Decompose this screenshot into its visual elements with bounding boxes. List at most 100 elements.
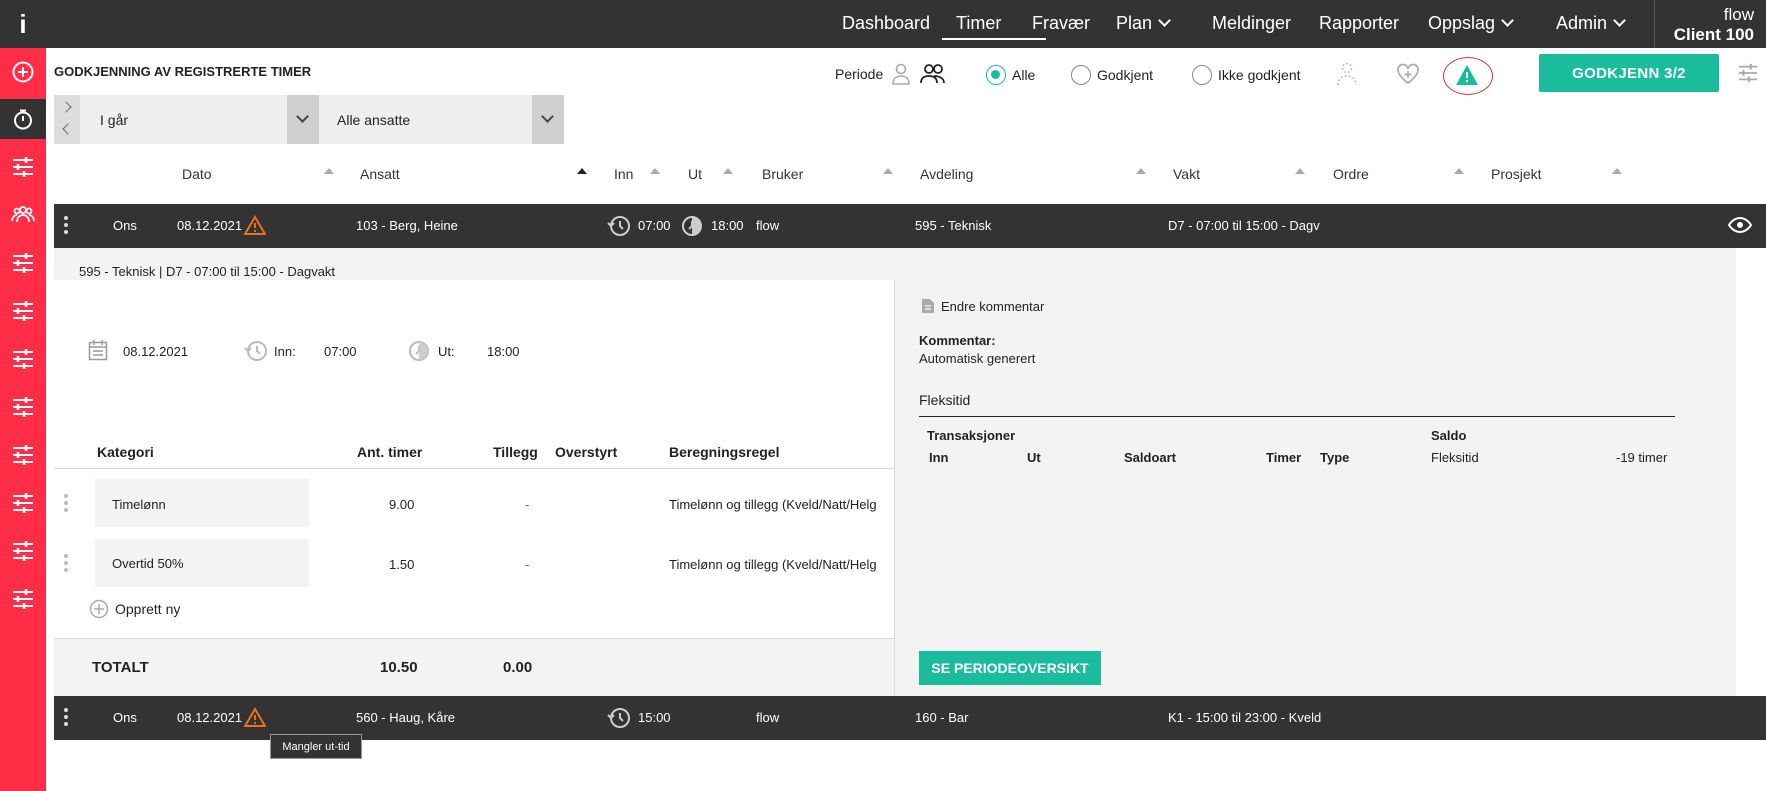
flex-th-timer: Timer — [1266, 450, 1302, 465]
line-kategori: Overtid 50% — [112, 556, 184, 571]
create-new-link[interactable]: Opprett ny — [115, 601, 180, 617]
chevron-down-icon — [1158, 14, 1171, 27]
nav-rapporter[interactable]: Rapporter — [1319, 13, 1399, 34]
nav-timer[interactable]: Timer — [956, 13, 1001, 34]
chevron-left-icon[interactable] — [62, 123, 74, 135]
line-drag-handle-icon[interactable] — [64, 554, 68, 574]
col-ansatt[interactable]: Ansatt — [360, 166, 400, 182]
flex-th-saldoart: Saldoart — [1124, 450, 1177, 465]
row-in-time: 07:00 — [638, 218, 671, 233]
heart-plus-icon[interactable] — [1396, 63, 1420, 90]
add-circle-icon[interactable] — [0, 52, 46, 92]
line-drag-handle-icon[interactable] — [64, 494, 68, 514]
period-navigator — [54, 95, 80, 144]
page-title: GODKJENNING AV REGISTRERTE TIMER — [54, 64, 312, 79]
warning-triangle-icon[interactable] — [1455, 64, 1479, 91]
add-circle-icon[interactable] — [89, 599, 109, 619]
app-logo-info-icon[interactable]: i — [0, 0, 46, 48]
col-prosjekt[interactable]: Prosjekt — [1491, 166, 1542, 182]
sort-icon[interactable] — [883, 168, 893, 174]
row-user: flow — [756, 710, 780, 725]
flex-title: Fleksitid — [919, 392, 971, 408]
th-tillegg: Tillegg — [493, 444, 538, 460]
settings-sliders-icon[interactable] — [1738, 63, 1758, 88]
row-menu-icon[interactable] — [64, 216, 68, 236]
sort-icon[interactable] — [723, 168, 733, 174]
sliders-icon[interactable] — [0, 579, 46, 619]
row-day: Ons — [113, 218, 137, 233]
chevron-down-icon — [1501, 14, 1514, 27]
approve-button[interactable]: GODKJENN 3/2 — [1539, 54, 1719, 92]
total-label: TOTALT — [92, 659, 149, 676]
sliders-icon[interactable] — [0, 339, 46, 379]
row-employee: 103 - Berg, Heine — [356, 218, 458, 233]
period-overview-button[interactable]: SE PERIODEOVERSIKT — [919, 651, 1101, 685]
line-tillegg: - — [525, 497, 530, 512]
col-vakt[interactable]: Vakt — [1173, 166, 1200, 182]
dotted-person-icon[interactable] — [1336, 62, 1358, 91]
col-inn[interactable]: Inn — [614, 166, 633, 182]
single-person-icon[interactable] — [891, 63, 911, 90]
people-group-icon[interactable] — [0, 195, 46, 235]
client-selector[interactable]: flow Client 100 — [1654, 0, 1766, 48]
sliders-icon[interactable] — [0, 387, 46, 427]
radio-ikke-godkjent-label: Ikke godkjent — [1218, 67, 1301, 83]
edit-comment-link[interactable]: Endre kommentar — [941, 299, 1044, 314]
nav-oppslag[interactable]: Oppslag — [1428, 13, 1514, 34]
row-date: 08.12.2021 — [177, 218, 243, 233]
detail-date: 08.12.2021 — [123, 344, 189, 359]
sort-icon[interactable] — [1612, 168, 1622, 174]
detail-left-panel — [54, 248, 894, 696]
flex-balance-value: -19 timer — [1616, 450, 1668, 465]
employee-select[interactable]: Alle ansatte — [337, 112, 410, 128]
sort-icon[interactable] — [324, 168, 334, 174]
sort-icon[interactable] — [1454, 168, 1464, 174]
nav-meldinger[interactable]: Meldinger — [1212, 13, 1291, 34]
sort-icon[interactable] — [1295, 168, 1305, 174]
saldo-label: Saldo — [1431, 428, 1467, 443]
period-select-toggle[interactable] — [287, 95, 319, 144]
table-row[interactable]: Ons 08.12.2021 103 - Berg, Heine 07:00 1… — [54, 204, 1766, 248]
col-ut[interactable]: Ut — [688, 166, 702, 182]
flex-th-type: Type — [1320, 450, 1350, 465]
chevron-right-icon[interactable] — [60, 101, 72, 113]
col-avdeling[interactable]: Avdeling — [920, 166, 973, 182]
nav-plan[interactable]: Plan — [1116, 13, 1171, 34]
radio-alle[interactable] — [986, 65, 1006, 85]
sliders-icon[interactable] — [0, 243, 46, 283]
clock-in-icon — [607, 216, 630, 236]
chevron-down-icon — [296, 110, 309, 123]
col-dato[interactable]: Dato — [182, 166, 212, 182]
sliders-icon[interactable] — [0, 435, 46, 475]
th-kategori: Kategori — [97, 444, 154, 460]
document-icon — [922, 299, 934, 313]
multiple-persons-icon[interactable] — [920, 63, 946, 90]
period-select[interactable]: I går — [100, 112, 128, 128]
eye-icon[interactable] — [1728, 217, 1752, 233]
row-department: 160 - Bar — [915, 710, 969, 725]
sort-icon[interactable] — [1136, 168, 1146, 174]
employee-select-toggle[interactable] — [532, 95, 564, 144]
sort-active-icon[interactable] — [577, 168, 587, 174]
sliders-icon[interactable] — [0, 483, 46, 523]
row-menu-icon[interactable] — [64, 708, 68, 728]
line-timer: 1.50 — [389, 557, 415, 572]
detail-out-value: 18:00 — [487, 344, 520, 359]
sliders-icon[interactable] — [0, 147, 46, 187]
radio-godkjent[interactable] — [1071, 65, 1091, 85]
stopwatch-icon[interactable] — [0, 99, 46, 139]
sliders-icon[interactable] — [0, 291, 46, 331]
comment-value: Automatisk generert — [919, 351, 1036, 366]
sliders-icon[interactable] — [0, 531, 46, 571]
warning-icon[interactable] — [244, 707, 266, 727]
flex-divider — [919, 416, 1675, 417]
radio-ikke-godkjent[interactable] — [1192, 65, 1212, 85]
nav-fravaer[interactable]: Fravær — [1032, 13, 1090, 34]
nav-dashboard[interactable]: Dashboard — [842, 13, 930, 34]
col-ordre[interactable]: Ordre — [1333, 166, 1369, 182]
warning-icon[interactable] — [244, 215, 266, 235]
row-department: 595 - Teknisk — [915, 218, 992, 233]
sort-icon[interactable] — [650, 168, 660, 174]
col-bruker[interactable]: Bruker — [762, 166, 803, 182]
nav-admin[interactable]: Admin — [1556, 13, 1626, 34]
